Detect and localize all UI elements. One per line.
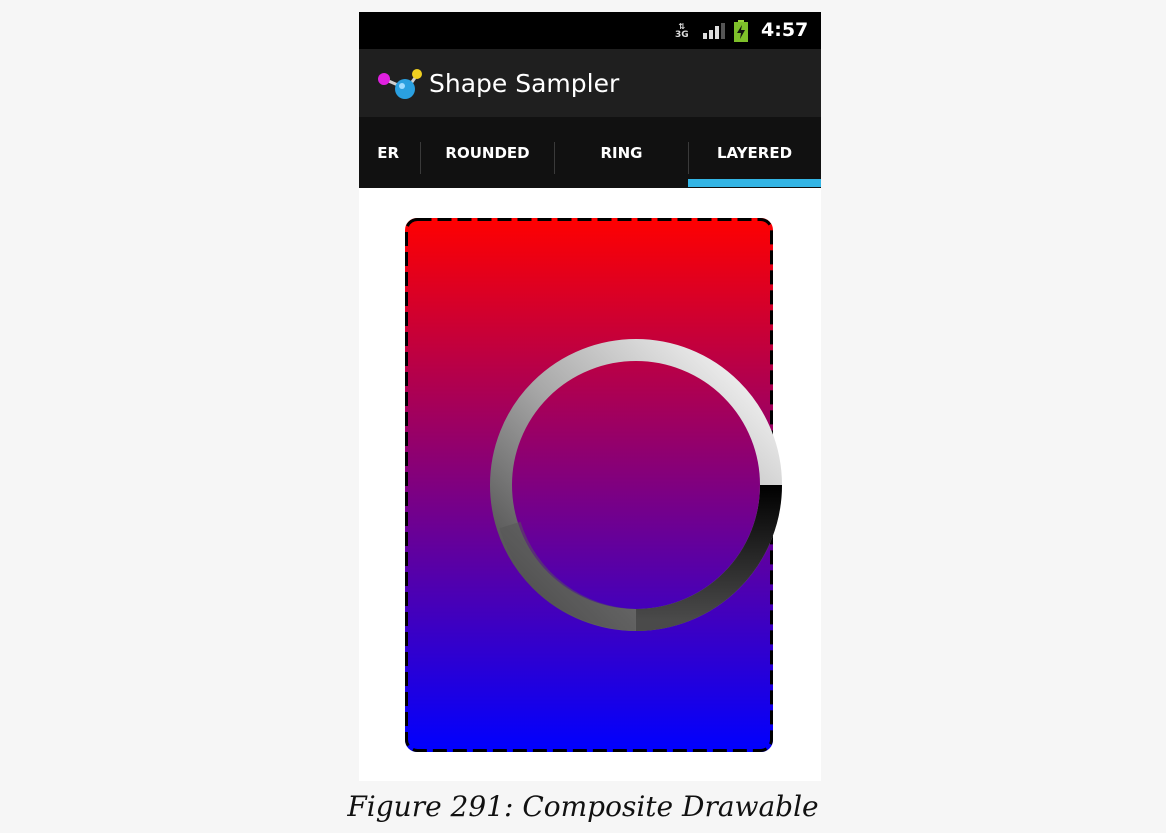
network-3g-icon: ⇅ 3G: [675, 21, 689, 40]
selected-tab-indicator: [688, 179, 821, 187]
status-bar: ⇅ 3G 4:57: [359, 12, 821, 49]
tab-layered[interactable]: LAYERED: [688, 117, 821, 188]
app-title: Shape Sampler: [429, 69, 620, 98]
tab-rounded[interactable]: ROUNDED: [421, 117, 554, 188]
figure-caption: Figure 291: Composite Drawable: [347, 790, 819, 823]
layered-drawable: [405, 218, 782, 752]
action-bar: Shape Sampler: [359, 49, 821, 117]
tab-border[interactable]: ER: [359, 117, 399, 188]
content-area: [359, 188, 821, 781]
shape-sampler-app-icon[interactable]: [377, 67, 422, 101]
battery-charging-icon: [734, 12, 748, 49]
tab-bar: ER ROUNDED RING LAYERED: [359, 117, 821, 188]
clock: 4:57: [761, 19, 809, 41]
tab-ring[interactable]: RING: [555, 117, 688, 188]
network-label: 3G: [675, 29, 689, 40]
device-screen: ⇅ 3G 4:57 Shape Sampler ER ROUNDED RING …: [359, 12, 821, 781]
ring-drawable: [490, 339, 782, 631]
signal-icon: [703, 12, 725, 49]
